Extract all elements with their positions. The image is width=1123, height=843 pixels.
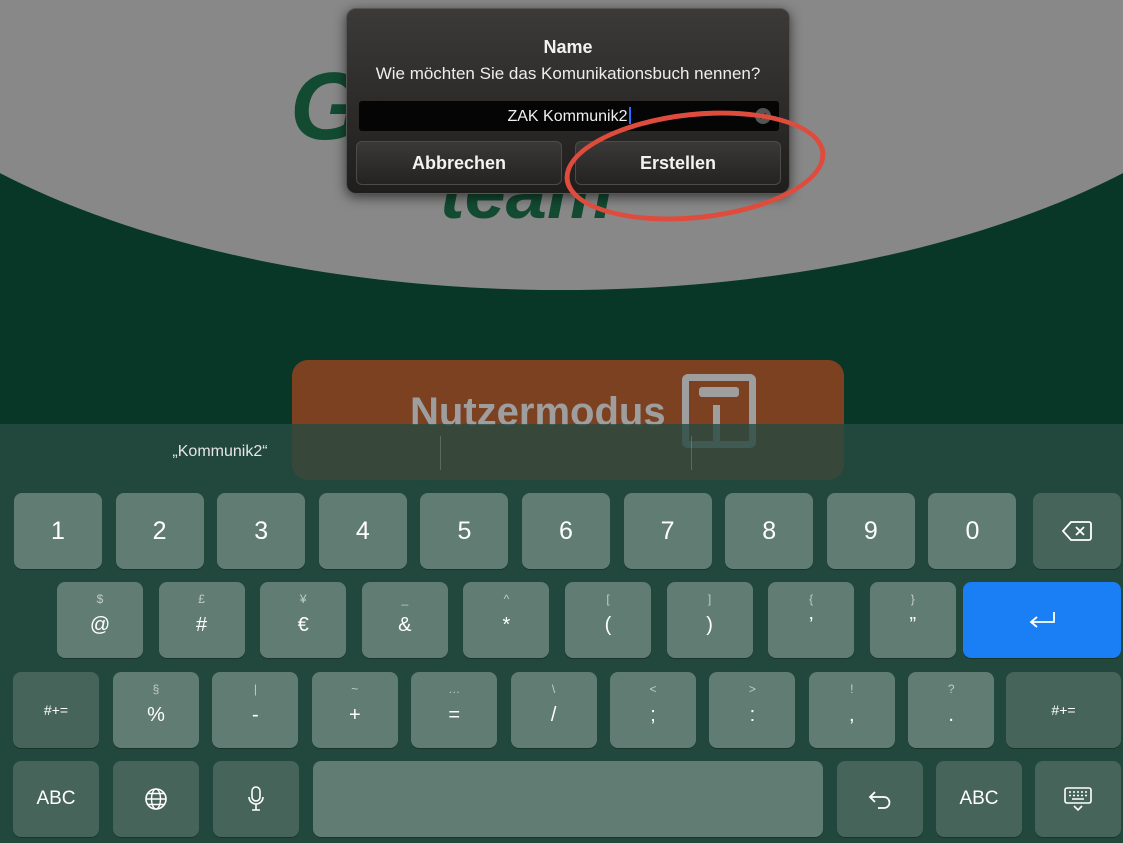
delete-key[interactable]: [1033, 493, 1121, 569]
key-secondary-label: …: [448, 682, 461, 696]
key-primary-label: ): [706, 614, 713, 636]
key-secondary-label: ]: [707, 592, 712, 606]
key-apostrophe[interactable]: {’: [768, 582, 855, 658]
key-secondary-label: ?: [947, 682, 955, 696]
key-primary-label: (: [604, 614, 612, 636]
key-hash[interactable]: £ #: [158, 582, 245, 658]
microphone-icon: [248, 786, 264, 811]
key-equals[interactable]: … =: [411, 672, 498, 748]
suggestion-item[interactable]: [440, 424, 691, 484]
globe-key[interactable]: [113, 761, 199, 837]
key-9[interactable]: 9: [826, 493, 915, 569]
key-0[interactable]: 0: [928, 493, 1017, 569]
key-colon[interactable]: >:: [709, 672, 796, 748]
key-ampersand[interactable]: _ &: [361, 582, 448, 658]
key-secondary-label: _: [401, 592, 409, 606]
key-secondary-label: \: [551, 682, 556, 696]
key-secondary-label: ~: [351, 682, 359, 696]
key-4[interactable]: 4: [318, 493, 407, 569]
key-paren-open[interactable]: [(: [565, 582, 651, 658]
abc-key-right[interactable]: ABC: [936, 761, 1022, 837]
key-slash[interactable]: \ /: [510, 672, 597, 748]
key-minus[interactable]: | -: [212, 672, 299, 748]
key-3[interactable]: 3: [217, 493, 306, 569]
key-primary-label: %: [147, 704, 165, 726]
key-1[interactable]: 1: [14, 493, 102, 569]
key-2[interactable]: 2: [115, 493, 204, 569]
key-secondary-label: $: [96, 592, 104, 606]
key-secondary-label: {: [809, 592, 814, 606]
key-primary-label: &: [398, 614, 412, 636]
symbols-shift-key-right[interactable]: #+=: [1006, 672, 1121, 748]
keyboard-dismiss-icon: [1064, 787, 1092, 812]
alert-title: Name: [543, 37, 593, 57]
key-primary-label: :: [749, 704, 756, 726]
globe-icon: [145, 788, 167, 810]
alert-message: Wie möchten Sie das Komunikationsbuch ne…: [375, 64, 761, 83]
undo-icon: [868, 791, 891, 809]
space-bar[interactable]: [313, 761, 823, 837]
key-secondary-label: §: [152, 682, 160, 696]
key-5[interactable]: 5: [420, 493, 509, 569]
key-secondary-label: !: [850, 682, 854, 696]
key-8[interactable]: 8: [725, 493, 814, 569]
key-6[interactable]: 6: [522, 493, 610, 569]
key-primary-label: @: [89, 614, 111, 636]
onscreen-keyboard: „Kommunik2“ #+= #+= ABC ABC 1 2 3 4 5 6 …: [0, 424, 1123, 843]
key-plus[interactable]: ~ +: [311, 672, 398, 748]
key-secondary-label: |: [253, 682, 257, 696]
key-primary-label: =: [448, 704, 461, 726]
cancel-button[interactable]: Abbrechen: [356, 141, 562, 185]
key-secondary-label: >: [748, 682, 756, 696]
key-primary-label: *: [502, 614, 511, 636]
key-primary-label: ;: [650, 704, 656, 726]
key-secondary-label: }: [910, 592, 915, 606]
key-primary-label: €: [297, 614, 309, 636]
key-primary-label: ’: [808, 614, 814, 636]
key-semicolon[interactable]: <;: [610, 672, 696, 748]
key-secondary-label: [: [606, 592, 610, 606]
dictation-key[interactable]: [213, 761, 299, 837]
key-secondary-label: ¥: [299, 592, 307, 606]
suggestion-item[interactable]: [691, 424, 1123, 484]
dismiss-keyboard-key[interactable]: [1035, 761, 1121, 837]
backspace-icon: [1062, 521, 1092, 541]
key-primary-label: ,: [849, 704, 855, 726]
key-comma[interactable]: !,: [808, 672, 895, 748]
key-euro[interactable]: ¥ €: [260, 582, 347, 658]
key-primary-label: +: [348, 704, 361, 726]
key-quote[interactable]: }”: [869, 582, 956, 658]
return-icon: [1029, 612, 1055, 628]
key-primary-label: /: [550, 704, 557, 726]
key-paren-close[interactable]: ]): [666, 582, 753, 658]
undo-key[interactable]: [837, 761, 923, 837]
key-percent[interactable]: §%: [113, 672, 199, 748]
key-primary-label: #: [196, 614, 208, 636]
key-secondary-label: <: [649, 682, 657, 696]
key-period[interactable]: ?.: [908, 672, 995, 748]
text-caret: [628, 107, 631, 124]
key-secondary-label: ^: [503, 592, 510, 606]
name-input-value: ZAK Kommunik2: [507, 108, 628, 125]
key-primary-label: ”: [909, 614, 917, 636]
key-at[interactable]: $ @: [57, 582, 143, 658]
key-7[interactable]: 7: [623, 493, 712, 569]
abc-key-left[interactable]: ABC: [13, 761, 99, 837]
key-asterisk[interactable]: ^ *: [463, 582, 550, 658]
key-primary-label: -: [252, 704, 259, 726]
key-primary-label: .: [948, 704, 954, 726]
return-key[interactable]: [963, 582, 1121, 658]
suggestion-bar: „Kommunik2“: [0, 424, 1123, 484]
symbols-shift-key-left[interactable]: #+=: [13, 672, 99, 748]
suggestion-item[interactable]: „Kommunik2“: [0, 424, 440, 484]
key-secondary-label: £: [198, 592, 205, 606]
